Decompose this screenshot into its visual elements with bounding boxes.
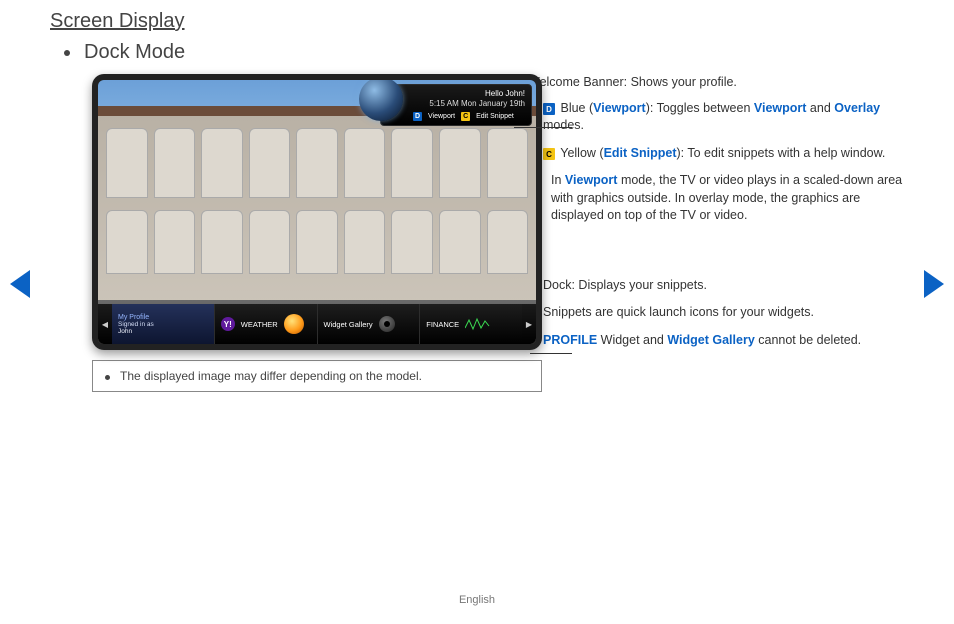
dock-scroll-right[interactable]: ▶ [522, 304, 536, 344]
welcome-greeting: Hello John! [413, 89, 525, 99]
leader-line [530, 353, 572, 354]
bullet-icon [105, 375, 110, 380]
model-note-text: The displayed image may differ depending… [120, 369, 422, 383]
welcome-banner-desc: Welcome Banner: Shows your profile. [528, 74, 904, 92]
dock-bar: ◀ My Profile Signed in as John Y! WEATHE… [98, 304, 536, 344]
welcome-banner: Hello John! 5:15 AM Mon January 19th D V… [380, 84, 532, 126]
desc-viewport-mode-note: ✎ In Viewport mode, the TV or video play… [528, 172, 904, 225]
page-title: Screen Display [50, 10, 904, 33]
c-key-icon: C [461, 112, 470, 121]
viewport-button-label[interactable]: Viewport [428, 112, 455, 121]
snippet-label: WEATHER [241, 320, 278, 329]
model-note: The displayed image may differ depending… [92, 360, 542, 392]
profile-username: John [118, 328, 132, 335]
snippet-label: FINANCE [426, 320, 459, 329]
viewport-link: Viewport [565, 173, 618, 187]
profile-signed-in: Signed in as [118, 321, 154, 328]
footer-language: English [0, 594, 954, 606]
globe-icon [359, 80, 403, 121]
d-key-icon: D [543, 103, 555, 115]
edit-snippet-button-label[interactable]: Edit Snippet [476, 112, 514, 121]
profile-label: My Profile [118, 314, 149, 321]
snippet-widget-gallery[interactable]: Widget Gallery [317, 304, 420, 344]
leader-line [514, 127, 572, 128]
gear-icon [379, 316, 395, 332]
stock-wave-icon [465, 316, 491, 332]
snippet-label: Widget Gallery [324, 320, 373, 329]
d-key-icon: D [413, 112, 422, 121]
viewport-link: Viewport [593, 101, 646, 115]
cannot-delete-desc: PROFILE Widget and Widget Gallery cannot… [528, 332, 904, 350]
bullet-icon [64, 50, 70, 56]
widget-gallery-link: Widget Gallery [667, 333, 754, 347]
yahoo-icon: Y! [221, 317, 235, 331]
snippet-finance[interactable]: FINANCE [419, 304, 522, 344]
desc-edit-snippet: C Yellow (Edit Snippet): To edit snippet… [528, 145, 904, 163]
snippet-weather[interactable]: Y! WEATHER [214, 304, 317, 344]
profile-link: PROFILE [543, 333, 597, 347]
desc-viewport: D Blue (Viewport): Toggles between Viewp… [528, 100, 904, 135]
edit-snippet-link: Edit Snippet [604, 146, 677, 160]
next-page-button[interactable] [924, 270, 944, 298]
dock-desc: Dock: Displays your snippets. [528, 277, 904, 295]
section-heading: Dock Mode [64, 41, 904, 64]
prev-page-button[interactable] [10, 270, 30, 298]
snippet-profile[interactable]: My Profile Signed in as John [112, 304, 214, 344]
section-heading-text: Dock Mode [84, 41, 185, 64]
sun-icon [284, 314, 304, 334]
snippets-desc: Snippets are quick launch icons for your… [528, 304, 904, 322]
tv-screenshot: Hello John! 5:15 AM Mon January 19th D V… [92, 74, 542, 350]
c-key-icon: C [543, 148, 555, 160]
welcome-datetime: 5:15 AM Mon January 19th [413, 99, 525, 109]
overlay-link: Overlay [834, 101, 880, 115]
viewport-link: Viewport [754, 101, 807, 115]
dock-scroll-left[interactable]: ◀ [98, 304, 112, 344]
